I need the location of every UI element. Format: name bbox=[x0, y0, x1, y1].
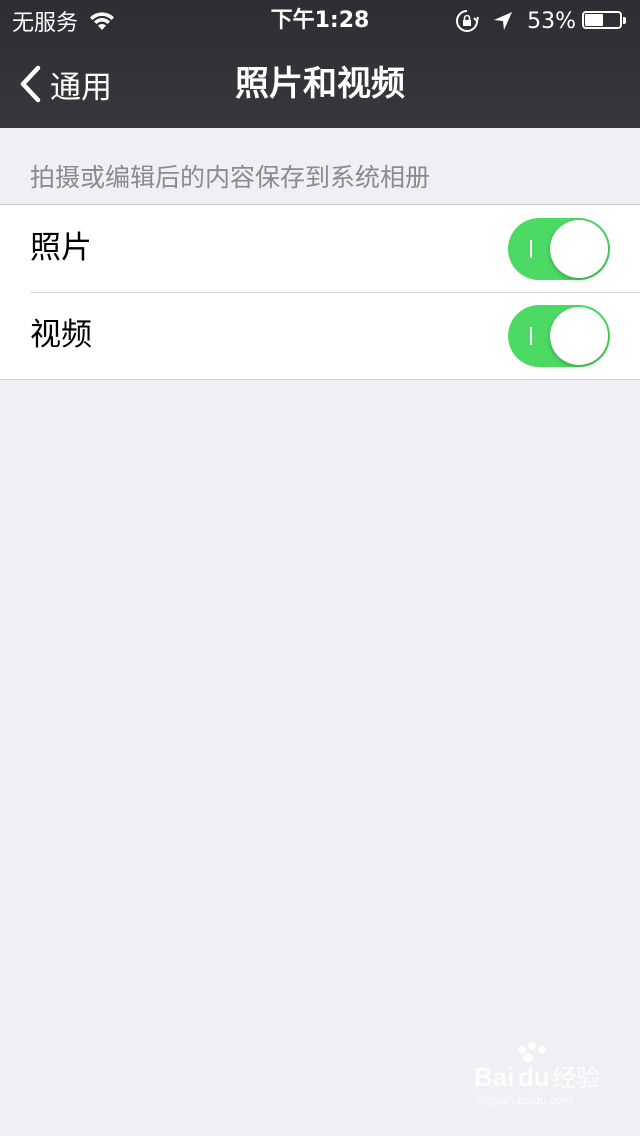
nav-bar: 通用 照片和视频 bbox=[0, 40, 640, 128]
svg-text:经验: 经验 bbox=[552, 1064, 600, 1092]
battery-percent: 53% bbox=[527, 8, 576, 34]
row-photos: 照片 bbox=[0, 205, 640, 292]
toggle-on-mark bbox=[530, 327, 532, 345]
toggle-on-mark bbox=[530, 240, 532, 258]
svg-text:Bai: Bai bbox=[474, 1062, 514, 1092]
photos-toggle[interactable] bbox=[508, 218, 610, 280]
status-right: 53% bbox=[455, 6, 628, 36]
row-videos: 视频 bbox=[0, 292, 640, 379]
svg-text:du: du bbox=[518, 1062, 550, 1092]
battery-tip bbox=[623, 17, 626, 24]
lock-rotate-icon bbox=[456, 10, 480, 32]
toggle-knob bbox=[550, 307, 608, 365]
row-label-photos: 照片 bbox=[30, 230, 92, 266]
watermark: Bai du 经验 jingyan.baidu.com bbox=[474, 1040, 604, 1110]
toggle-knob bbox=[550, 220, 608, 278]
settings-group: 照片 视频 bbox=[0, 204, 640, 380]
battery-icon bbox=[582, 11, 628, 31]
location-icon bbox=[494, 12, 513, 30]
page-title: 照片和视频 bbox=[235, 64, 405, 104]
header: 无服务 下午1:28 53% 通用 照片和视频 bbox=[0, 0, 640, 128]
baidu-jingyan-logo-icon: Bai du 经验 jingyan.baidu.com bbox=[474, 1042, 600, 1107]
row-label-videos: 视频 bbox=[30, 317, 92, 353]
videos-toggle[interactable] bbox=[508, 305, 610, 367]
status-bar: 无服务 下午1:28 53% bbox=[0, 0, 640, 40]
battery-fill bbox=[585, 14, 603, 26]
section-header: 拍摄或编辑后的内容保存到系统相册 bbox=[30, 163, 431, 192]
svg-text:jingyan.baidu.com: jingyan.baidu.com bbox=[475, 1093, 573, 1107]
